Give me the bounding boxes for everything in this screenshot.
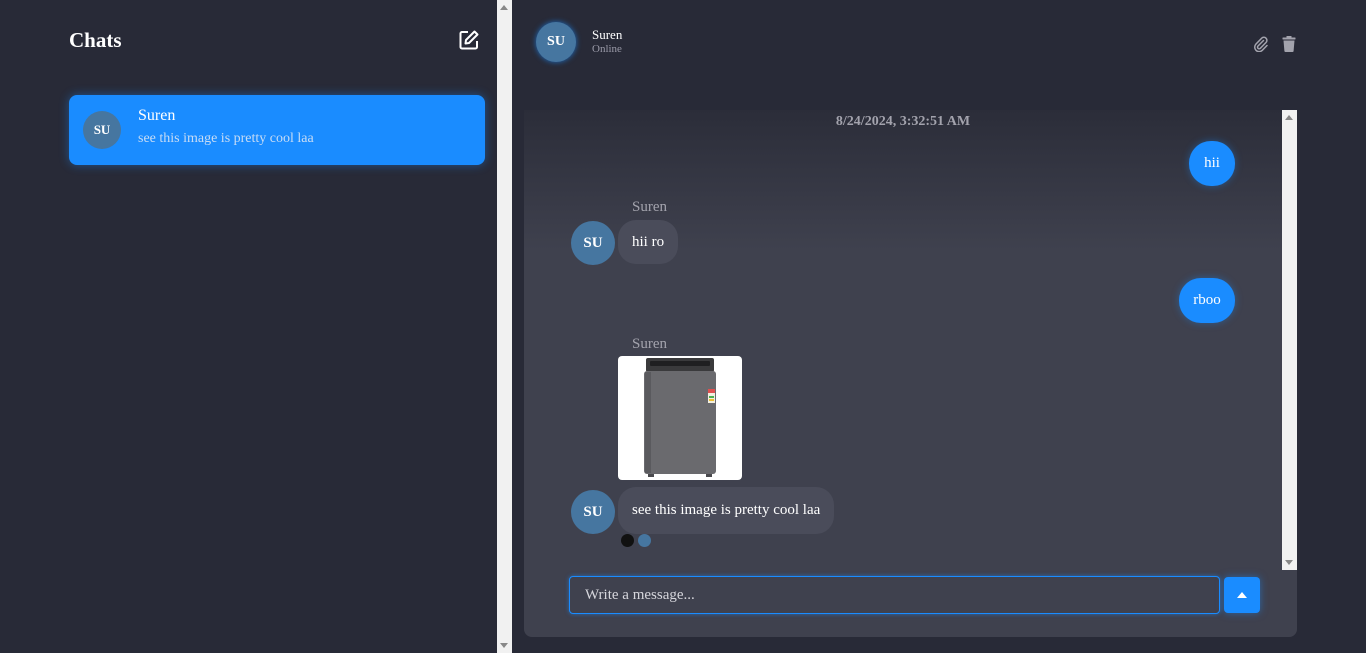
message-sender: Suren (632, 336, 667, 352)
sidebar-title: Chats (69, 28, 122, 52)
message-incoming: hii ro (618, 220, 679, 264)
message-sender: Suren (632, 199, 667, 215)
chat-list-item-suren[interactable]: SU Suren see this image is pretty cool l… (69, 95, 485, 165)
washing-machine-image (644, 358, 716, 477)
paperclip-icon[interactable] (1253, 36, 1269, 53)
send-button[interactable] (1224, 577, 1260, 613)
scroll-down-arrow-icon[interactable] (500, 643, 508, 648)
messages-panel: 8/24/2024, 3:32:51 AM hii Suren SU hii r… (524, 110, 1297, 637)
message-input[interactable] (569, 576, 1220, 614)
edit-icon[interactable] (458, 29, 480, 51)
message-outgoing: rboo (1179, 278, 1235, 323)
read-receipt-dot (621, 534, 634, 547)
sidebar: Chats SU Suren see this image is pretty … (0, 0, 497, 653)
date-separator: 8/24/2024, 3:32:51 AM (835, 114, 971, 129)
chat-app: Chats SU Suren see this image is pretty … (0, 0, 1366, 653)
header-avatar[interactable]: SU (536, 22, 576, 62)
scroll-up-arrow-icon[interactable] (1285, 115, 1293, 120)
chat-main: SU Suren Online 8/24/2024, 3:32:51 AM hi… (512, 0, 1366, 653)
chat-name: Suren (138, 107, 176, 124)
avatar: SU (571, 490, 615, 534)
messages-scrollbar[interactable] (1282, 110, 1297, 570)
avatar: SU (571, 221, 615, 265)
scroll-down-arrow-icon[interactable] (1285, 560, 1293, 565)
message-outgoing: hii (1189, 141, 1235, 186)
chat-preview: see this image is pretty cool laa (138, 131, 314, 146)
sidebar-scrollbar[interactable] (497, 0, 512, 653)
message-incoming: see this image is pretty cool laa (618, 487, 835, 534)
trash-icon[interactable] (1282, 36, 1298, 52)
contact-status: Online (592, 43, 622, 55)
image-message[interactable] (618, 356, 742, 480)
avatar: SU (83, 111, 121, 149)
scroll-up-arrow-icon[interactable] (500, 5, 508, 10)
caret-up-icon (1237, 592, 1247, 598)
contact-name: Suren (592, 27, 623, 42)
read-receipt-avatar (638, 534, 651, 547)
